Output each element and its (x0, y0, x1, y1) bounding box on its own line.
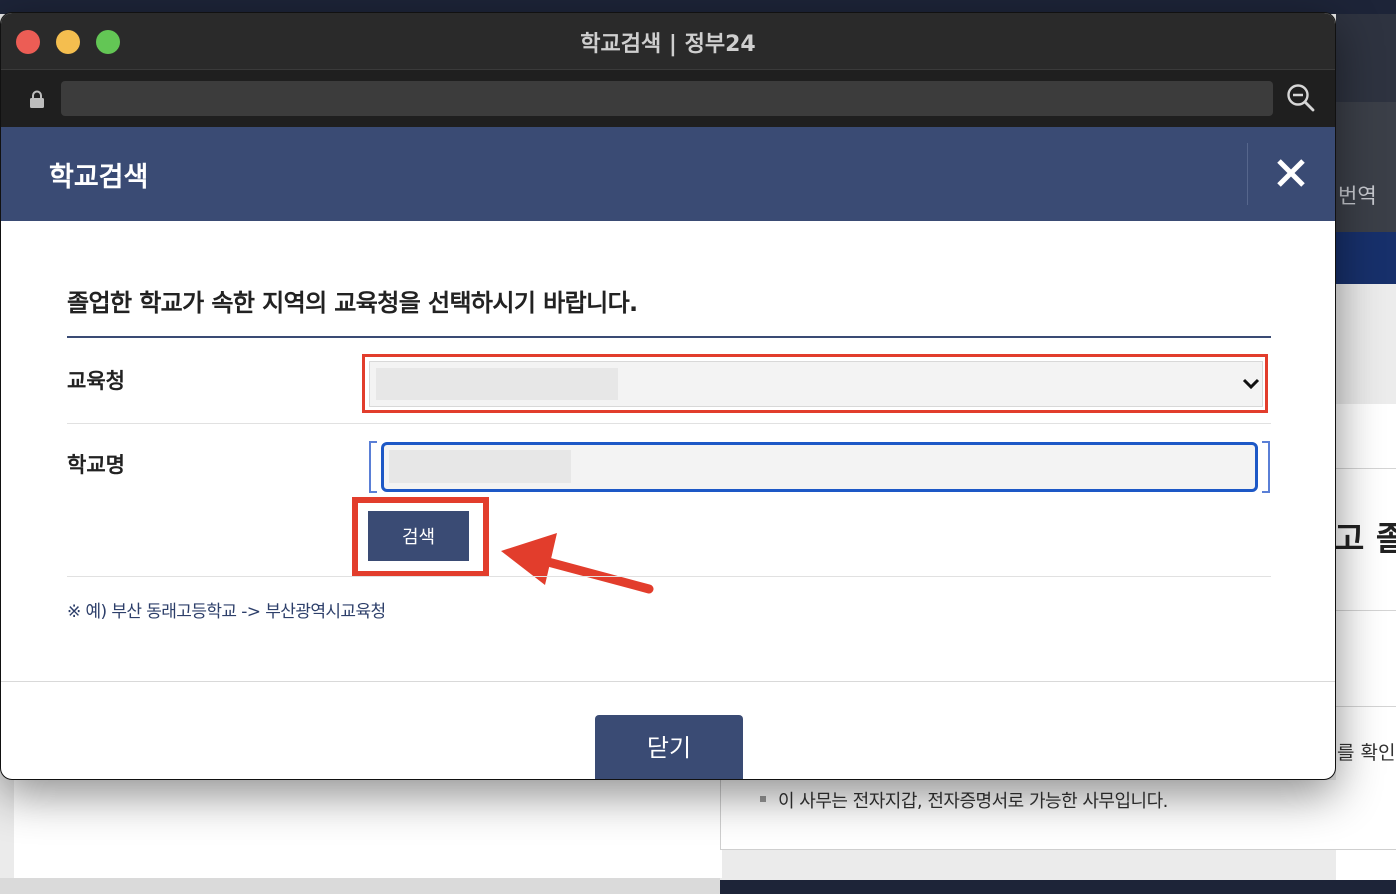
footer-rule (1, 681, 1335, 682)
close-icon[interactable] (1269, 151, 1313, 195)
background-notice-text: 이 사무는 전자지갑, 전자증명서로 가능한 사무입니다. (778, 791, 1168, 812)
dialog-header: 학교검색 (1, 127, 1335, 221)
search-button[interactable]: 검색 (368, 511, 469, 561)
background-header (1336, 14, 1396, 102)
background-divider (1336, 706, 1396, 707)
background-translate-link[interactable]: 번역 (1338, 180, 1377, 210)
window-titlebar[interactable]: 학교검색 | 정부24 (1, 13, 1335, 69)
form-bottom-rule (67, 576, 1271, 577)
school-name-input[interactable] (381, 442, 1258, 492)
header-divider (1247, 143, 1248, 205)
form-top-rule (67, 336, 1271, 338)
background-footer-left (0, 878, 720, 894)
background-left-panel (14, 780, 722, 878)
background-confirm-text: 를 확인 (1337, 742, 1396, 764)
office-select-value (376, 368, 618, 400)
input-bracket-left (369, 441, 377, 493)
popup-window: 학교검색 | 정부24 학교검색 졸업한 학교가 속한 지역의 교육청을 선택하… (0, 12, 1336, 780)
instruction-text: 졸업한 학교가 속한 지역의 교육청을 선택하시기 바랍니다. (67, 289, 638, 317)
background-heading: 고 졸 (1334, 519, 1396, 558)
background-bottom-bar (720, 880, 1396, 894)
address-bar (1, 69, 1335, 127)
bullet-icon (760, 796, 766, 802)
arrow-icon (501, 533, 654, 594)
zoom-out-icon[interactable] (1285, 82, 1317, 114)
background-divider (1336, 610, 1396, 611)
office-select[interactable] (369, 361, 1263, 407)
background-divider (1336, 468, 1396, 469)
url-field[interactable] (61, 81, 1273, 116)
office-label: 교육청 (67, 369, 125, 393)
background-banner (1336, 232, 1396, 284)
background-section (1336, 284, 1396, 404)
form-row-rule (67, 423, 1271, 424)
chevron-down-icon (1242, 378, 1260, 390)
dialog-title: 학교검색 (49, 162, 149, 193)
close-button[interactable]: 닫기 (595, 715, 743, 779)
window-title: 학교검색 | 정부24 (580, 32, 756, 57)
lock-icon (30, 90, 44, 108)
input-bracket-right (1262, 441, 1270, 493)
example-text: ※ 예) 부산 동래고등학교 -> 부산광역시교육청 (67, 602, 386, 622)
school-label: 학교명 (67, 453, 125, 477)
background-nav (1336, 102, 1396, 232)
